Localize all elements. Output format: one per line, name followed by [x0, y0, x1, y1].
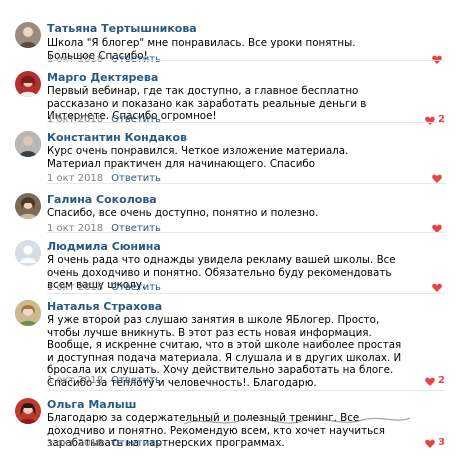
like-count: 2: [438, 375, 445, 386]
heart-icon: [425, 377, 435, 386]
divider: [47, 183, 445, 184]
divider: [47, 232, 445, 233]
comment-author[interactable]: Галина Соколова: [47, 193, 157, 206]
like-button[interactable]: 2: [425, 115, 445, 125]
heart-icon: [425, 439, 435, 448]
avatar[interactable]: [15, 193, 41, 219]
avatar-photo-icon: [19, 197, 37, 219]
comment-date[interactable]: 1 окт 2018: [47, 438, 103, 449]
like-button[interactable]: [432, 283, 445, 292]
divider: [47, 390, 445, 391]
default-avatar-icon: [20, 245, 36, 263]
avatar-photo-icon: [15, 131, 41, 157]
like-button[interactable]: 3: [425, 438, 445, 448]
comment-author[interactable]: Константин Кондаков: [47, 131, 187, 144]
comment-meta: 1 окт 2018 Ответить: [47, 438, 161, 450]
comment-date[interactable]: 1 окт 2018: [47, 114, 103, 125]
comment-meta: 1 окт 2018 Ответить: [47, 375, 161, 387]
comment-text: Курс очень понравился. Четкое изложение …: [47, 145, 349, 170]
comment-author[interactable]: Татьяна Тертышникова: [47, 22, 197, 35]
avatar-photo-icon: [19, 27, 37, 48]
reply-link[interactable]: Ответить: [111, 114, 161, 125]
comment-author[interactable]: Марго Дектярева: [47, 71, 158, 84]
comment-author[interactable]: Ольга Малыш: [47, 398, 136, 411]
comments-feed: Татьяна Тертышникова Школа "Я блогер" мн…: [0, 0, 460, 468]
partner-scribble-overlay: [183, 417, 411, 425]
heart-icon: [425, 116, 435, 125]
comment-date[interactable]: 1 окт 2018: [47, 282, 103, 293]
divider: [47, 122, 445, 123]
avatar[interactable]: [15, 398, 41, 424]
reply-link[interactable]: Ответить: [111, 438, 161, 449]
avatar-photo-icon: [15, 300, 41, 326]
divider: [47, 60, 445, 61]
comment-author[interactable]: Наталья Страхова: [47, 300, 162, 313]
like-count: 2: [438, 114, 445, 125]
comment-meta: 1 окт 2018 Ответить: [47, 114, 161, 126]
heart-icon: [432, 283, 442, 292]
avatar[interactable]: [15, 131, 41, 157]
like-button[interactable]: 2: [425, 376, 445, 386]
comment-text: Спасибо, все очень доступно, понятно и п…: [47, 207, 319, 219]
avatar[interactable]: [15, 240, 41, 266]
avatar[interactable]: [15, 300, 41, 326]
heart-icon: [432, 174, 442, 183]
divider: [47, 293, 445, 294]
reply-link[interactable]: Ответить: [111, 282, 161, 293]
reply-link[interactable]: Ответить: [111, 375, 161, 386]
like-count: 3: [438, 437, 445, 448]
like-button[interactable]: [432, 174, 445, 183]
comment-date[interactable]: 1 окт 2018: [47, 375, 103, 386]
avatar[interactable]: [15, 71, 41, 97]
avatar-photo-icon: [19, 75, 37, 97]
avatar-photo-icon: [19, 403, 37, 424]
comment-meta: 1 окт 2018Ответить: [47, 223, 161, 235]
comment-author[interactable]: Людмила Сюнина: [47, 240, 161, 253]
avatar[interactable]: [15, 22, 41, 48]
